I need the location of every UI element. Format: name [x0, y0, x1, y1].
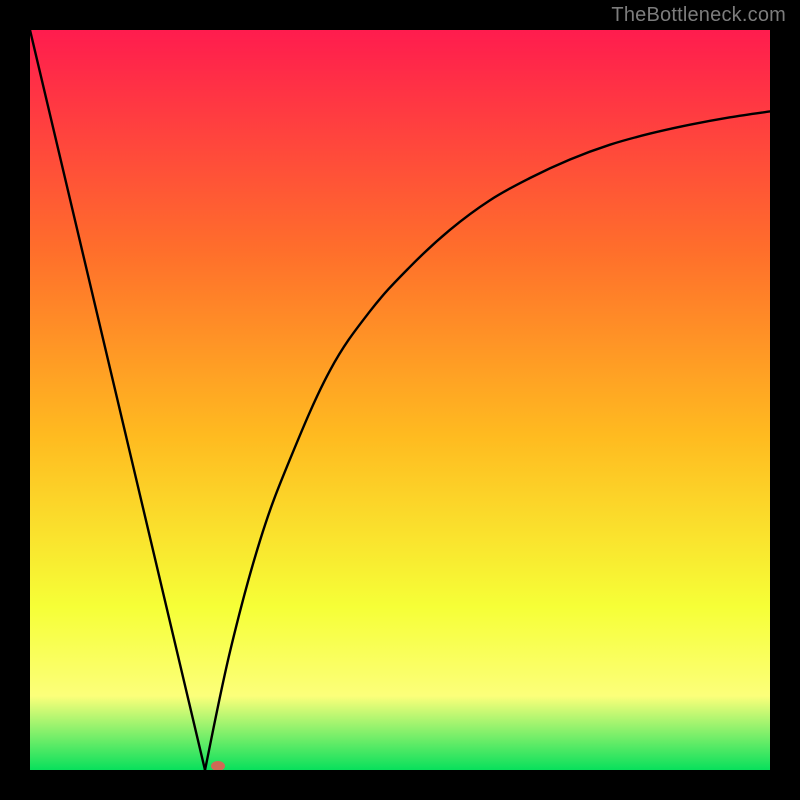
plot-svg — [30, 30, 770, 770]
chart-frame: TheBottleneck.com — [0, 0, 800, 800]
gradient-background — [30, 30, 770, 770]
watermark-label: TheBottleneck.com — [611, 4, 786, 27]
plot-area — [30, 30, 770, 770]
